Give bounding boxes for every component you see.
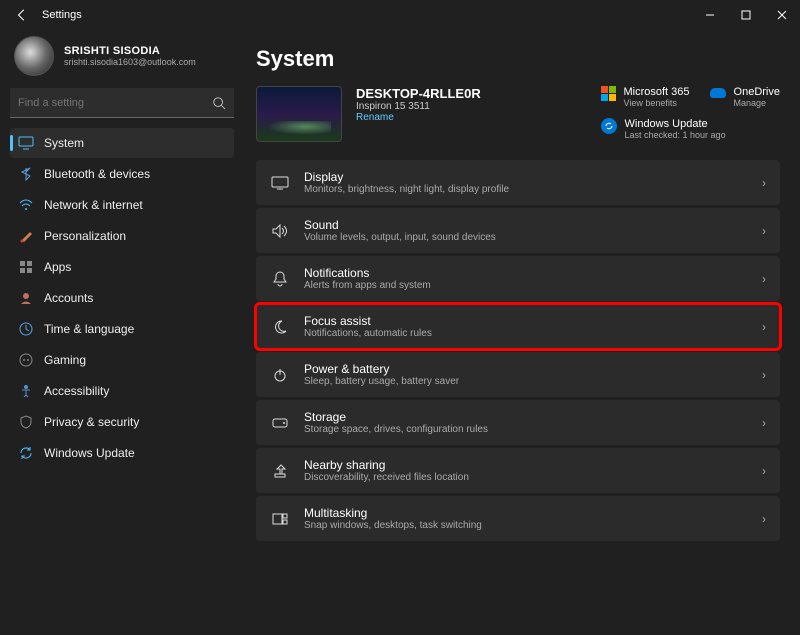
main-content: System DESKTOP-4RLLE0R Inspiron 15 3511 … [240,30,800,635]
sidebar-item-label: Bluetooth & devices [44,167,150,181]
sidebar-item-gaming[interactable]: Gaming [10,345,234,375]
microsoft-logo-icon [601,86,616,101]
shield-icon [18,414,34,430]
sidebar-item-personalization[interactable]: Personalization [10,221,234,251]
onedrive-promo[interactable]: OneDriveManage [710,86,780,108]
sidebar-item-time-language[interactable]: Time & language [10,314,234,344]
chevron-right-icon: › [762,512,766,526]
settings-list: DisplayMonitors, brightness, night light… [256,160,780,541]
rename-link[interactable]: Rename [356,112,481,123]
sidebar-item-label: Accounts [44,291,93,305]
setting-power-battery[interactable]: Power & batterySleep, battery usage, bat… [256,352,780,397]
window-title: Settings [42,9,82,21]
sidebar-item-network[interactable]: Network & internet [10,190,234,220]
sidebar-item-windows-update[interactable]: Windows Update [10,438,234,468]
setting-display[interactable]: DisplayMonitors, brightness, night light… [256,160,780,205]
display-icon [270,176,290,190]
accessibility-icon [18,383,34,399]
device-name: DESKTOP-4RLLE0R [356,86,481,101]
close-icon [777,10,787,20]
setting-sound[interactable]: SoundVolume levels, output, input, sound… [256,208,780,253]
sidebar-item-system[interactable]: System [10,128,234,158]
setting-notifications[interactable]: NotificationsAlerts from apps and system… [256,256,780,301]
close-button[interactable] [764,0,800,30]
microsoft-365-promo[interactable]: Microsoft 365View benefits [601,86,690,108]
device-model: Inspiron 15 3511 [356,101,481,112]
setting-storage[interactable]: StorageStorage space, drives, configurat… [256,400,780,445]
multitasking-icon [270,513,290,525]
sidebar-item-label: Personalization [44,229,126,243]
sidebar-item-accounts[interactable]: Accounts [10,283,234,313]
sidebar-item-apps[interactable]: Apps [10,252,234,282]
window-controls [692,0,800,30]
sidebar-item-label: Privacy & security [44,415,139,429]
minimize-button[interactable] [692,0,728,30]
moon-icon [270,320,290,334]
sidebar-item-label: Accessibility [44,384,109,398]
device-info-row: DESKTOP-4RLLE0R Inspiron 15 3511 Rename … [256,86,780,142]
power-icon [270,368,290,382]
maximize-icon [741,10,751,20]
maximize-button[interactable] [728,0,764,30]
gaming-icon [18,352,34,368]
search-input[interactable] [18,97,212,109]
chevron-right-icon: › [762,176,766,190]
wifi-icon [18,197,34,213]
page-title: System [256,46,780,72]
arrow-left-icon [15,8,29,22]
sidebar-item-label: Apps [44,260,71,274]
profile-block[interactable]: SRISHTI SISODIA srishti.sisodia1603@outl… [10,36,234,76]
sidebar-item-label: Network & internet [44,198,143,212]
desktop-thumbnail [256,86,342,142]
chevron-right-icon: › [762,272,766,286]
back-button[interactable] [8,1,36,29]
chevron-right-icon: › [762,224,766,238]
bell-icon [270,271,290,287]
user-name: SRISHTI SISODIA [64,45,196,57]
sidebar-item-bluetooth[interactable]: Bluetooth & devices [10,159,234,189]
sidebar-item-label: Windows Update [44,446,135,460]
search-icon [212,96,226,110]
update-icon [18,445,34,461]
nav-list: System Bluetooth & devices Network & int… [10,128,234,468]
system-icon [18,135,34,151]
onedrive-icon [710,88,726,98]
windows-update-promo[interactable]: Windows UpdateLast checked: 1 hour ago [601,118,781,140]
setting-nearby-sharing[interactable]: Nearby sharingDiscoverability, received … [256,448,780,493]
sound-icon [270,224,290,238]
brush-icon [18,228,34,244]
sidebar-item-label: Time & language [44,322,134,336]
sidebar-item-label: System [44,136,84,150]
bluetooth-icon [18,166,34,182]
setting-multitasking[interactable]: MultitaskingSnap windows, desktops, task… [256,496,780,541]
chevron-right-icon: › [762,416,766,430]
avatar [14,36,54,76]
share-icon [270,464,290,478]
chevron-right-icon: › [762,368,766,382]
minimize-icon [705,10,715,20]
chevron-right-icon: › [762,464,766,478]
title-bar: Settings [0,0,800,30]
sidebar-item-accessibility[interactable]: Accessibility [10,376,234,406]
user-email: srishti.sisodia1603@outlook.com [64,57,196,67]
sidebar: SRISHTI SISODIA srishti.sisodia1603@outl… [0,30,240,635]
clock-globe-icon [18,321,34,337]
storage-icon [270,418,290,428]
chevron-right-icon: › [762,320,766,334]
accounts-icon [18,290,34,306]
sidebar-item-label: Gaming [44,353,86,367]
apps-icon [18,259,34,275]
search-box[interactable] [10,88,234,118]
sidebar-item-privacy[interactable]: Privacy & security [10,407,234,437]
windows-update-icon [601,118,617,134]
setting-focus-assist[interactable]: Focus assistNotifications, automatic rul… [256,304,780,349]
